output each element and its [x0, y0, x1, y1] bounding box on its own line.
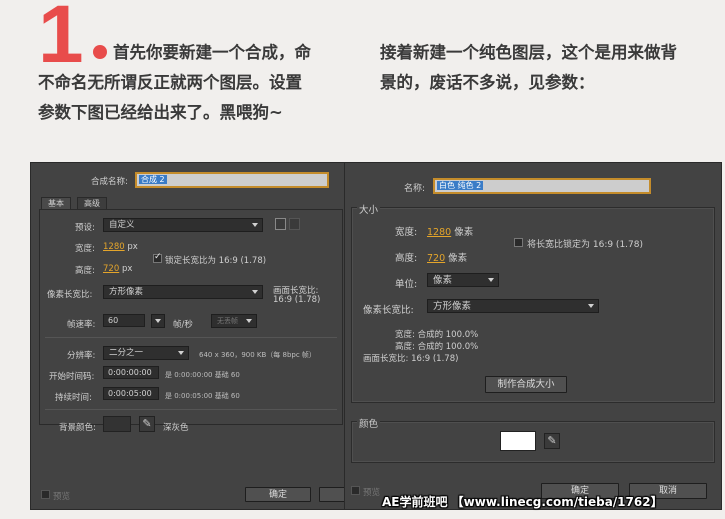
solid-pixel-aspect-label: 像素长宽比: [363, 305, 414, 316]
pixel-aspect-value: 方形像素 [109, 287, 144, 297]
units-value: 像素 [433, 275, 453, 286]
article-left: 首先你要新建一个合成，命 不命名无所谓反正就两个图层。设置 参数下图已经给出来了… [38, 38, 358, 128]
framerate-label: 帧速率: [67, 320, 96, 330]
solid-name-input[interactable]: 白色 纯色 2 [433, 178, 651, 194]
start-timecode-info: 是 0:00:00:00 基础 60 [165, 371, 240, 379]
ok-button[interactable]: 确定 [245, 487, 311, 502]
preset-select[interactable]: 自定义 [103, 218, 263, 232]
lock-aspect-label: 锁定长宽比为 16:9 (1.78) [165, 256, 267, 266]
tab-basic[interactable]: 基本 [41, 197, 71, 209]
solid-lock-aspect-checkbox[interactable] [514, 238, 523, 247]
width-label: 宽度: [75, 244, 95, 254]
info-height: 高度: 合成的 100.0% [395, 342, 479, 352]
framerate-dropdown[interactable] [151, 314, 165, 328]
start-timecode-input[interactable]: 0:00:00:00 [103, 366, 159, 379]
resolution-value: 二分之一 [109, 348, 144, 358]
bg-color-label: 背景颜色: [59, 423, 96, 433]
info-frame-aspect: 画面长宽比: 16:9 (1.78) [363, 354, 459, 364]
solid-width-field[interactable]: 1280 像素 [427, 224, 473, 238]
preview-checkbox[interactable] [41, 490, 50, 499]
height-unit: px [121, 264, 133, 274]
solid-lock-aspect-label: 将长宽比锁定为 16:9 (1.78) [527, 240, 643, 250]
bg-color-name: 深灰色 [163, 423, 189, 433]
make-comp-size-button[interactable]: 制作合成大小 [485, 376, 567, 393]
resolution-label: 分辨率: [67, 351, 96, 361]
frame-aspect-value: 16:9 (1.78) [273, 295, 321, 305]
units-select[interactable]: 像素 [427, 273, 499, 287]
chevron-down-icon [155, 319, 161, 323]
solid-settings-dialog: 名称: 白色 纯色 2 大小 宽度: 1280 像素 将长宽比锁定为 16:9 … [344, 162, 722, 510]
solid-height-field[interactable]: 720 像素 [427, 250, 467, 264]
framerate-unit: 帧/秒 [173, 320, 193, 330]
chevron-down-icon [252, 290, 258, 294]
lock-aspect-checkbox[interactable] [153, 252, 162, 263]
height-value[interactable]: 720 [103, 264, 119, 274]
chevron-down-icon [252, 223, 258, 227]
article-left-line3: 参数下图已经给出来了。黑喂狗~ [38, 103, 283, 122]
height-field[interactable]: 720 px [103, 264, 132, 274]
solid-width-unit: 像素 [454, 227, 474, 238]
solid-width-value[interactable]: 1280 [427, 227, 451, 238]
preview-label: 预览 [53, 492, 71, 502]
article-right-line1: 接着新建一个纯色图层，这个是用来做背 [380, 43, 677, 62]
width-value[interactable]: 1280 [103, 242, 125, 252]
cancel-button[interactable] [319, 487, 345, 502]
color-group-label: 颜色 [357, 416, 381, 430]
duration-input[interactable]: 0:00:05:00 [103, 387, 159, 400]
solid-pixel-aspect-value: 方形像素 [433, 301, 472, 312]
comp-name-input[interactable]: 合成 2 [135, 172, 329, 188]
comp-name-value: 合成 2 [139, 175, 167, 184]
duration-label: 持续时间: [55, 393, 92, 403]
preset-value: 自定义 [109, 220, 135, 230]
article-left-line2: 不命名无所谓反正就两个图层。设置 [38, 73, 302, 92]
info-width: 宽度: 合成的 100.0% [395, 330, 479, 340]
height-label: 高度: [75, 266, 95, 276]
comp-name-label: 合成名称: [91, 177, 128, 187]
drop-frame-select[interactable]: 无丢帧 [211, 314, 257, 328]
drop-frame-value: 无丢帧 [217, 317, 238, 325]
solid-width-label: 宽度: [395, 227, 418, 238]
watermark: AE学前班吧 【www.linecg.com/tieba/1762】 [382, 495, 663, 509]
divider [45, 337, 337, 338]
pixel-aspect-label: 像素长宽比: [47, 290, 93, 300]
bg-color-swatch[interactable] [103, 416, 131, 432]
article-right: 接着新建一个纯色图层，这个是用来做背 景的，废话不多说，见参数： [380, 38, 725, 98]
solid-height-value[interactable]: 720 [427, 253, 445, 264]
eyedropper-icon[interactable]: ✎ [544, 433, 560, 449]
framerate-input[interactable]: 60 [103, 314, 145, 327]
pixel-aspect-select[interactable]: 方形像素 [103, 285, 263, 299]
solid-height-label: 高度: [395, 253, 418, 264]
delete-preset-icon[interactable] [289, 218, 300, 230]
width-field[interactable]: 1280 px [103, 242, 138, 252]
solid-color-swatch[interactable] [500, 431, 536, 451]
solid-preview-label: 预览 [363, 488, 381, 498]
page: 1 首先你要新建一个合成，命 不命名无所谓反正就两个图层。设置 参数下图已经给出… [0, 0, 725, 519]
units-label: 单位: [395, 279, 418, 290]
solid-pixel-aspect-select[interactable]: 方形像素 [427, 299, 599, 313]
preset-label: 预设: [75, 223, 95, 233]
chevron-down-icon [588, 304, 594, 308]
solid-height-unit: 像素 [448, 253, 468, 264]
start-timecode-label: 开始时间码: [49, 372, 95, 382]
size-group-label: 大小 [357, 202, 381, 216]
chevron-down-icon [246, 319, 252, 323]
composition-settings-dialog: 合成名称: 合成 2 基本 高级 预设: 自定义 宽度: 1280 px 锁定长… [30, 162, 350, 510]
solid-name-label: 名称: [404, 184, 426, 194]
solid-preview-checkbox[interactable] [351, 486, 360, 495]
width-unit: px [127, 242, 138, 252]
chevron-down-icon [488, 278, 494, 282]
resolution-select[interactable]: 二分之一 [103, 346, 189, 360]
eyedropper-icon[interactable]: ✎ [139, 416, 155, 432]
divider [45, 409, 337, 410]
solid-name-value: 白色 纯色 2 [437, 181, 484, 190]
save-preset-icon[interactable] [275, 218, 286, 230]
tab-advanced[interactable]: 高级 [77, 197, 107, 209]
chevron-down-icon [178, 351, 184, 355]
article-right-line2: 景的，废话不多说，见参数： [380, 73, 595, 92]
resolution-info: 640 x 360，900 KB（每 8bpc 帧） [199, 351, 316, 359]
duration-info: 是 0:00:05:00 基础 60 [165, 392, 240, 400]
article-left-line1: 首先你要新建一个合成，命 [113, 43, 311, 62]
